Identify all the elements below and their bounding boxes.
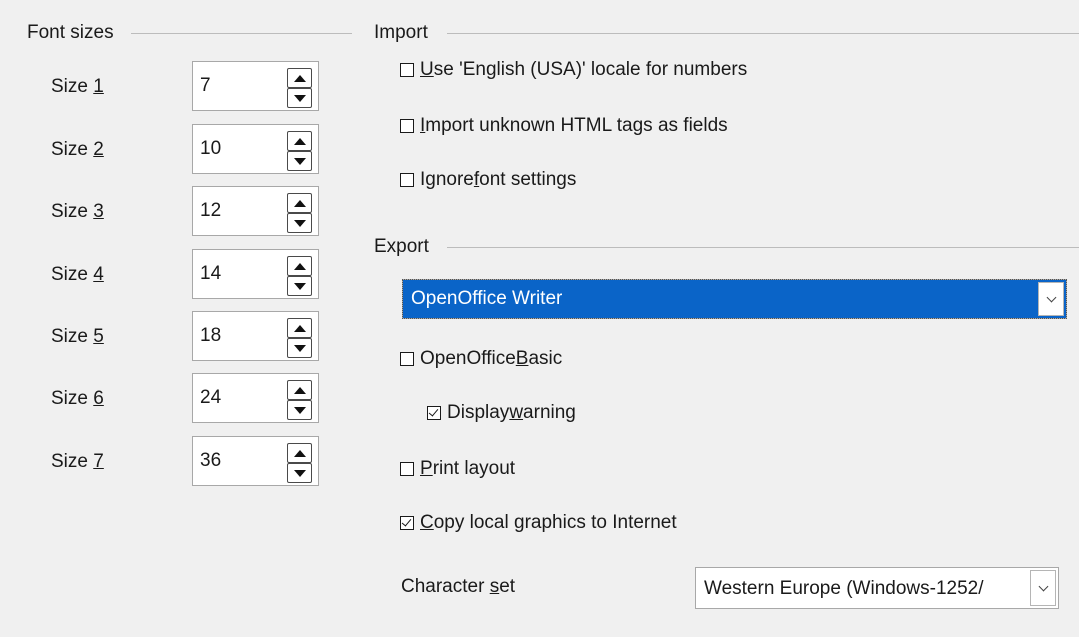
size-4-value: 14 — [200, 263, 222, 284]
import-divider — [447, 33, 1079, 34]
copy-local-graphics-checkbox[interactable]: Copy local graphics to Internet — [400, 512, 677, 534]
export-format-dropdown[interactable]: OpenOffice Writer — [402, 279, 1067, 319]
size-5-decrement-button[interactable] — [287, 338, 312, 358]
font-sizes-divider — [131, 33, 352, 34]
character-set-arrow-button[interactable] — [1030, 570, 1056, 606]
size-3-increment-button[interactable] — [287, 193, 312, 213]
size-5-label: Size 5 — [51, 326, 104, 347]
size-1-label: Size 1 — [51, 76, 104, 97]
size-3-value: 12 — [200, 200, 222, 221]
export-divider — [447, 247, 1079, 248]
use-locale-box[interactable] — [400, 63, 414, 77]
triangle-up-icon — [293, 324, 306, 332]
character-set-label: Character set — [401, 576, 516, 597]
size-1-increment-button[interactable] — [287, 68, 312, 88]
import-unknown-tags-box[interactable] — [400, 119, 414, 133]
print-layout-box[interactable] — [400, 462, 414, 476]
size-6-decrement-button[interactable] — [287, 400, 312, 420]
triangle-down-icon — [293, 282, 306, 290]
font-sizes-legend: Font sizes — [27, 22, 114, 43]
size-1-spinbox[interactable]: 7 — [192, 61, 319, 111]
triangle-down-icon — [293, 344, 306, 352]
triangle-up-icon — [293, 74, 306, 82]
triangle-down-icon — [293, 219, 306, 227]
chevron-down-icon — [1038, 581, 1048, 591]
size-2-value: 10 — [200, 138, 222, 159]
size-7-decrement-button[interactable] — [287, 463, 312, 483]
ignore-font-settings-checkbox[interactable]: Ignore f ont settings — [400, 169, 576, 191]
size-2-increment-button[interactable] — [287, 131, 312, 151]
triangle-down-icon — [293, 406, 306, 414]
triangle-down-icon — [293, 157, 306, 165]
size-2-label: Size 2 — [51, 139, 104, 160]
size-4-decrement-button[interactable] — [287, 276, 312, 296]
export-legend: Export — [374, 236, 429, 257]
import-unknown-tags-checkbox[interactable]: Import unknown HTML tags as fields — [400, 115, 728, 137]
size-1-value: 7 — [200, 75, 211, 96]
size-4-spinbox[interactable]: 14 — [192, 249, 319, 299]
size-4-increment-button[interactable] — [287, 256, 312, 276]
size-1-decrement-button[interactable] — [287, 88, 312, 108]
size-7-increment-button[interactable] — [287, 443, 312, 463]
size-7-value: 36 — [200, 450, 222, 471]
triangle-up-icon — [293, 199, 306, 207]
size-3-decrement-button[interactable] — [287, 213, 312, 233]
triangle-up-icon — [293, 137, 306, 145]
size-7-label: Size 7 — [51, 451, 104, 472]
size-5-increment-button[interactable] — [287, 318, 312, 338]
print-layout-checkbox[interactable]: Print layout — [400, 458, 515, 480]
copy-local-graphics-box[interactable] — [400, 516, 414, 530]
openoffice-basic-checkbox[interactable]: OpenOffice Basic — [400, 348, 562, 370]
triangle-up-icon — [293, 262, 306, 270]
triangle-up-icon — [293, 449, 306, 457]
triangle-down-icon — [293, 469, 306, 477]
size-2-spinbox[interactable]: 10 — [192, 124, 319, 174]
openoffice-basic-box[interactable] — [400, 352, 414, 366]
size-3-label: Size 3 — [51, 201, 104, 222]
triangle-down-icon — [293, 94, 306, 102]
size-2-decrement-button[interactable] — [287, 151, 312, 171]
size-6-value: 24 — [200, 387, 222, 408]
display-warning-checkbox[interactable]: Display w arning — [427, 402, 576, 424]
size-3-spinbox[interactable]: 12 — [192, 186, 319, 236]
export-format-arrow-button[interactable] — [1038, 282, 1064, 316]
triangle-up-icon — [293, 386, 306, 394]
export-format-value: OpenOffice Writer — [411, 288, 563, 309]
use-locale-checkbox[interactable]: Use 'English (USA)' locale for numbers — [400, 59, 747, 81]
size-7-spinbox[interactable]: 36 — [192, 436, 319, 486]
character-set-value: Western Europe (Windows-1252/ — [704, 578, 984, 599]
size-6-label: Size 6 — [51, 388, 104, 409]
ignore-font-settings-box[interactable] — [400, 173, 414, 187]
size-4-label: Size 4 — [51, 264, 104, 285]
size-6-spinbox[interactable]: 24 — [192, 373, 319, 423]
size-6-increment-button[interactable] — [287, 380, 312, 400]
chevron-down-icon — [1046, 292, 1056, 302]
size-5-spinbox[interactable]: 18 — [192, 311, 319, 361]
import-legend: Import — [374, 22, 428, 43]
size-5-value: 18 — [200, 325, 222, 346]
display-warning-box[interactable] — [427, 406, 441, 420]
character-set-dropdown[interactable]: Western Europe (Windows-1252/ — [695, 567, 1059, 609]
